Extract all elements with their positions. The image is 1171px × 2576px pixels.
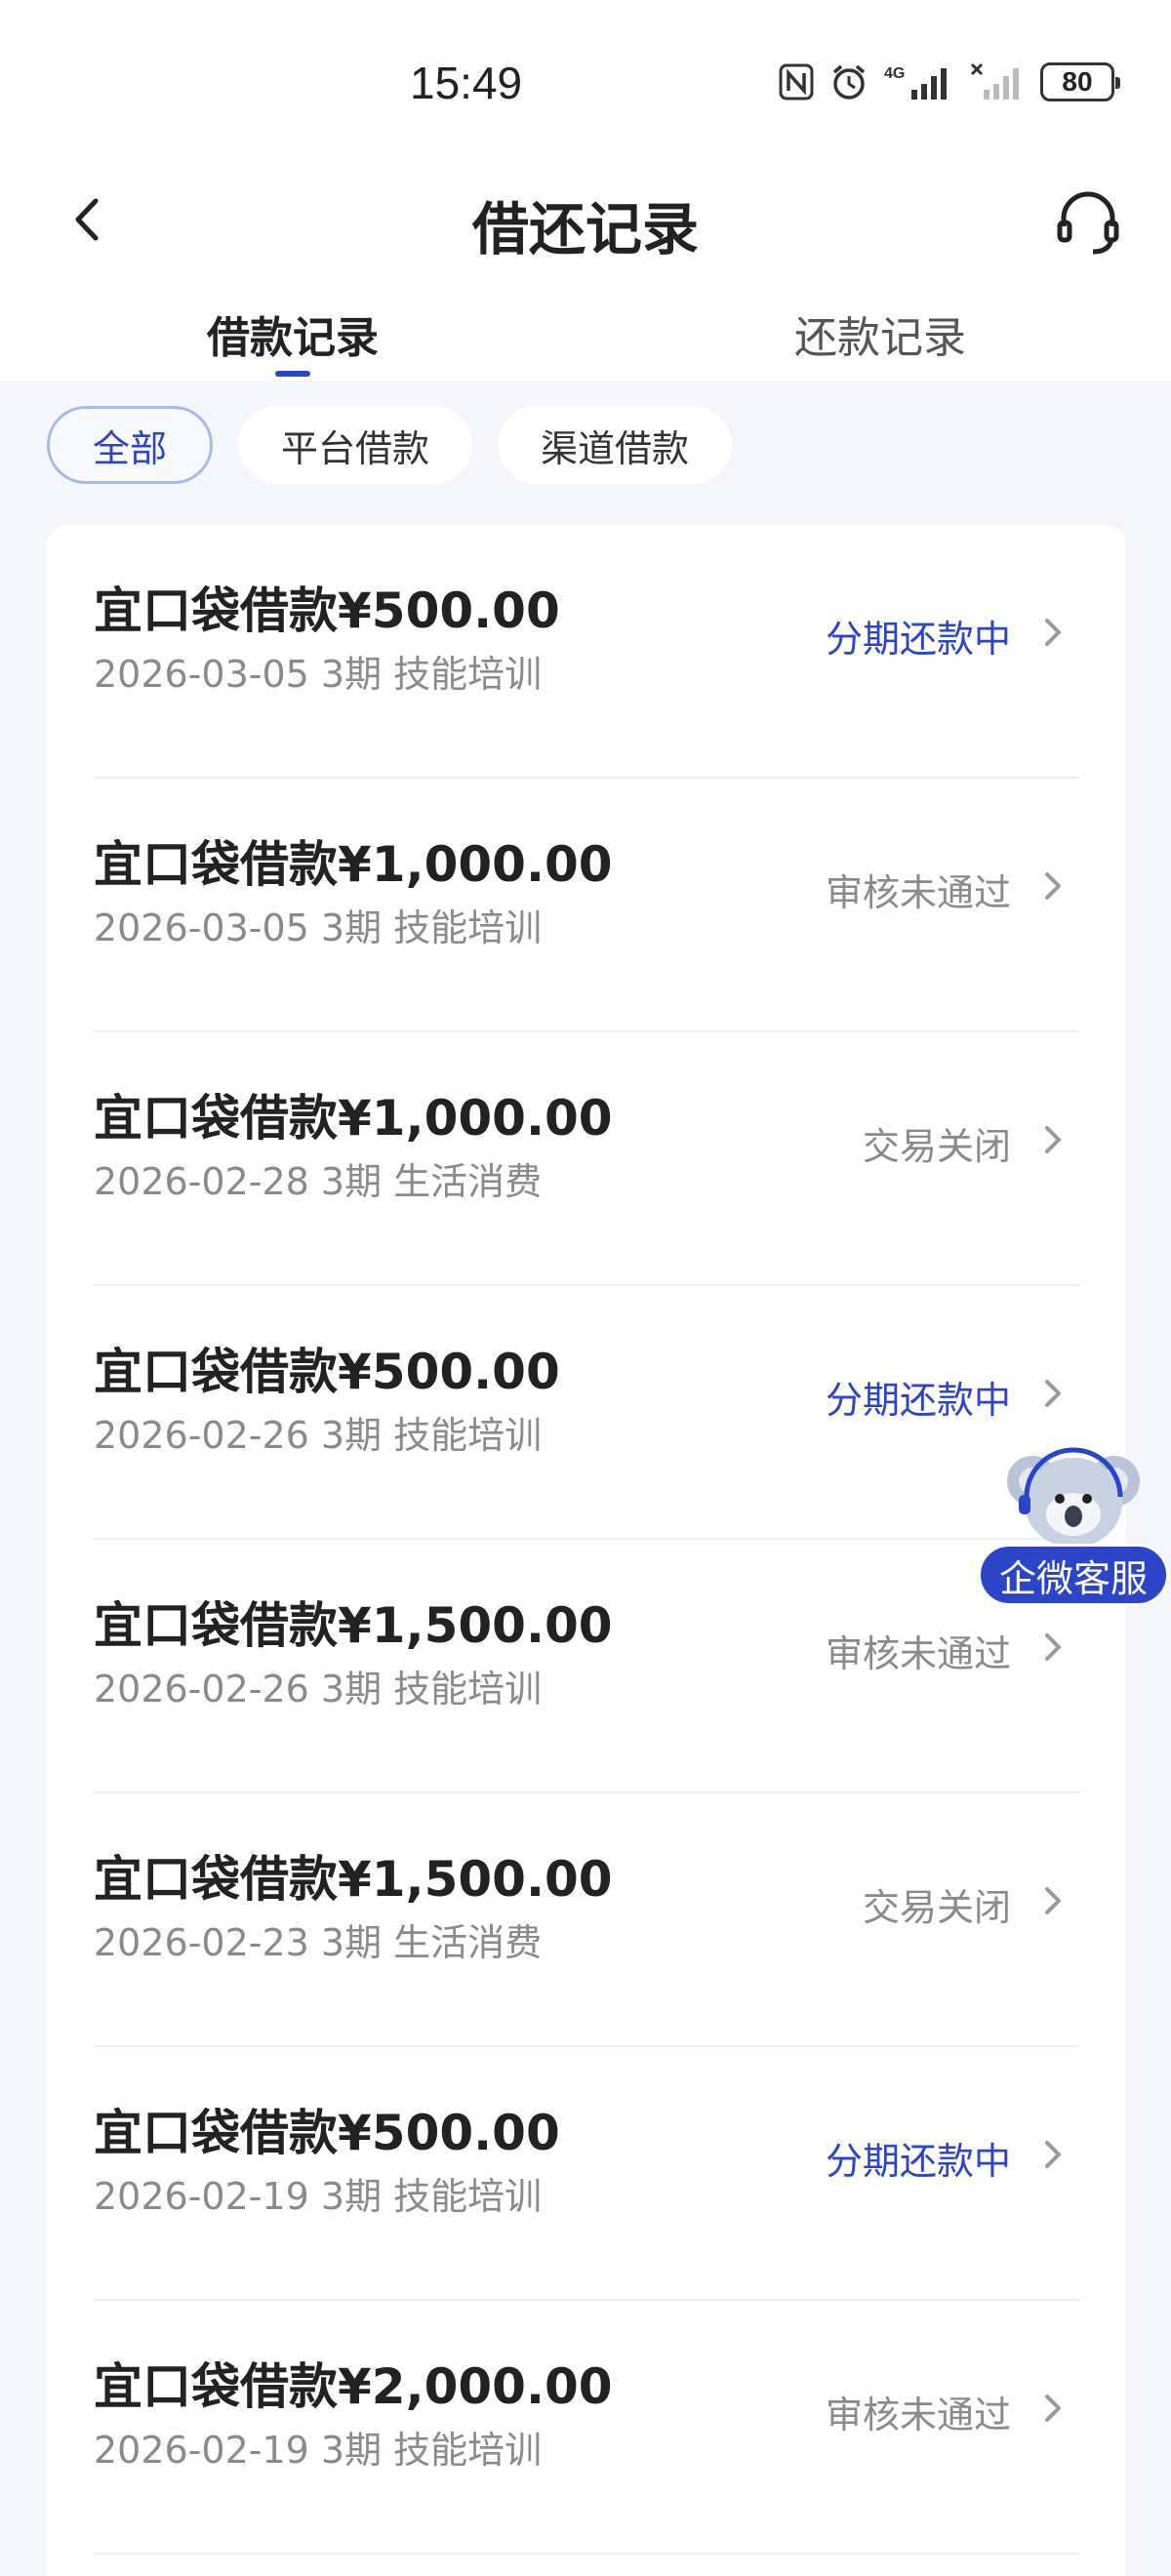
loan-title: 宜口袋借款¥1,500.00 [94,1597,613,1654]
koala-mascot-icon [1007,1447,1140,1548]
filter-platform-loans[interactable]: 平台借款 [238,406,473,484]
loan-row[interactable]: 宜口袋借款¥500.00 2026-02-26 3期 技能培训 分期还款中 [94,1286,1079,1540]
filter-channel-loans[interactable]: 渠道借款 [498,406,733,484]
loan-status: 分期还款中 [825,1379,1011,1422]
chevron-right-icon [1045,1887,1061,1914]
loan-title: 宜口袋借款¥2,000.00 [94,2358,613,2415]
loan-title: 宜口袋借款¥1,500.00 [94,1851,613,1908]
loan-row[interactable]: 宜口袋借款¥2,000.00 2026-02-19 3期 技能培训 审核未通过 [94,2301,1079,2555]
floating-service-label: 企微客服 [978,1544,1169,1606]
loan-subtitle: 2026-02-19 3期 技能培训 [94,2429,543,2472]
status-icons: 4G 80 [779,62,1120,101]
loan-status: 分期还款中 [825,618,1011,661]
headset-icon [1057,191,1119,255]
loan-row[interactable]: 宜口袋借款¥1,500.00 2026-02-23 3期 生活消费 交易关闭 [94,1793,1079,2047]
top-header-area: 15:49 4G 80 借还记录 借款记录 还款记录 [0,0,1171,381]
chevron-right-icon [1045,2141,1061,2168]
loan-status: 审核未通过 [825,871,1011,914]
filter-all[interactable]: 全部 [47,406,214,484]
loan-row[interactable]: 宜口袋借款¥500.00 2026-03-05 3期 技能培训 分期还款中 [94,525,1079,779]
loan-row[interactable]: 宜口袋借款¥1,500.00 2026-02-26 3期 技能培训 审核未通过 [94,1540,1079,1793]
loan-title: 宜口袋借款¥500.00 [94,2105,560,2161]
tab-loan-records[interactable]: 借款记录 [146,302,439,365]
chevron-right-icon [1045,1380,1061,1407]
loan-subtitle: 2026-02-26 3期 技能培训 [94,1414,543,1457]
signal-no-service-icon [970,62,1025,101]
chevron-right-icon [1045,872,1061,900]
loan-subtitle: 2026-02-19 3期 技能培训 [94,2175,543,2218]
status-time: 15:49 [410,58,523,108]
loan-title: 宜口袋借款¥500.00 [94,583,560,639]
loan-row[interactable]: 宜口袋借款¥1,000.00 2026-02-28 3期 生活消费 交易关闭 [94,1032,1079,1286]
chevron-right-icon [1045,1633,1061,1661]
chevron-right-icon [1045,2395,1061,2422]
loan-title: 宜口袋借款¥1,000.00 [94,1090,613,1147]
status-bar: 15:49 4G 80 [0,0,1171,166]
loan-row[interactable]: 宜口袋借款¥500.00 2026-02-19 3期 技能培训 分期还款中 [94,2047,1079,2301]
filter-chips: 全部 平台借款 渠道借款 [47,406,733,484]
loan-title: 宜口袋借款¥1,000.00 [94,836,613,893]
tab-repayment-records[interactable]: 还款记录 [734,302,1027,365]
battery-icon: 80 [1040,62,1120,101]
alarm-icon [829,62,868,101]
chevron-right-icon [1045,1126,1061,1153]
nfc-icon [779,63,814,101]
loan-row[interactable]: 宜口袋借款¥1,000.00 2026-03-05 3期 技能培训 审核未通过 [94,779,1079,1032]
page-title: 借还记录 [471,196,699,262]
loan-subtitle: 2026-02-28 3期 生活消费 [94,1160,543,1203]
loan-status: 分期还款中 [825,2140,1011,2183]
loan-status: 审核未通过 [825,1632,1011,1675]
loan-subtitle: 2026-03-05 3期 技能培训 [94,906,543,949]
loan-status: 交易关闭 [862,1125,1011,1168]
loan-title: 宜口袋借款¥500.00 [94,1344,560,1400]
loan-subtitle: 2026-02-26 3期 技能培训 [94,1668,543,1711]
signal-4g-icon: 4G [884,62,954,101]
loan-list: 宜口袋借款¥500.00 2026-03-05 3期 技能培训 分期还款中 宜口… [47,525,1126,2576]
signal-4g-label: 4G [884,65,905,82]
loan-status: 交易关闭 [862,1886,1011,1929]
customer-service-button[interactable] [1052,185,1124,258]
floating-wecom-service-button[interactable]: 企微客服 [978,1442,1169,1608]
tab-active-indicator [275,371,310,377]
nav-bar: 借还记录 [0,166,1171,283]
chevron-right-icon [1045,619,1061,646]
record-tabs: 借款记录 还款记录 [0,293,1171,381]
loan-subtitle: 2026-03-05 3期 技能培训 [94,653,543,696]
loan-subtitle: 2026-02-23 3期 生活消费 [94,1921,543,1964]
loan-status: 审核未通过 [825,2394,1011,2436]
